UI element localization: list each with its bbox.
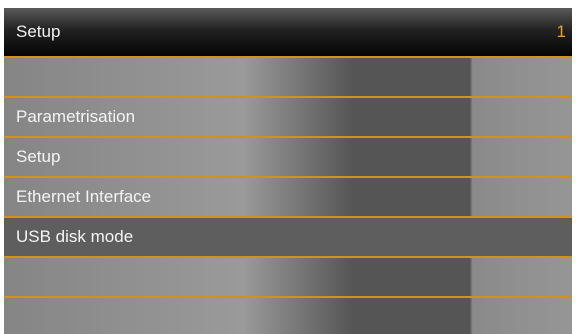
menu-item-label: Ethernet Interface [16, 187, 152, 206]
menu-item-label: Parametrisation [16, 107, 136, 126]
menu-item-empty-2 [4, 258, 572, 296]
menu-item-usb-disk-mode[interactable]: USB disk mode [4, 218, 572, 256]
menu-item-setup[interactable]: Setup [4, 138, 572, 176]
menu-item-empty-1 [4, 58, 572, 96]
menu-item-label: Setup [16, 147, 61, 166]
device-screen: Setup 1 Parametrisation Setup Ethernet I… [4, 8, 572, 334]
page-number: 1 [556, 22, 566, 41]
menu-item-label: USB disk mode [16, 227, 134, 246]
menu-item-parametrisation[interactable]: Parametrisation [4, 98, 572, 136]
screen-title: Setup [16, 22, 61, 41]
title-bar: Setup 1 [4, 8, 572, 56]
menu-item-empty-3 [4, 298, 572, 334]
menu-item-ethernet-interface[interactable]: Ethernet Interface [4, 178, 572, 216]
